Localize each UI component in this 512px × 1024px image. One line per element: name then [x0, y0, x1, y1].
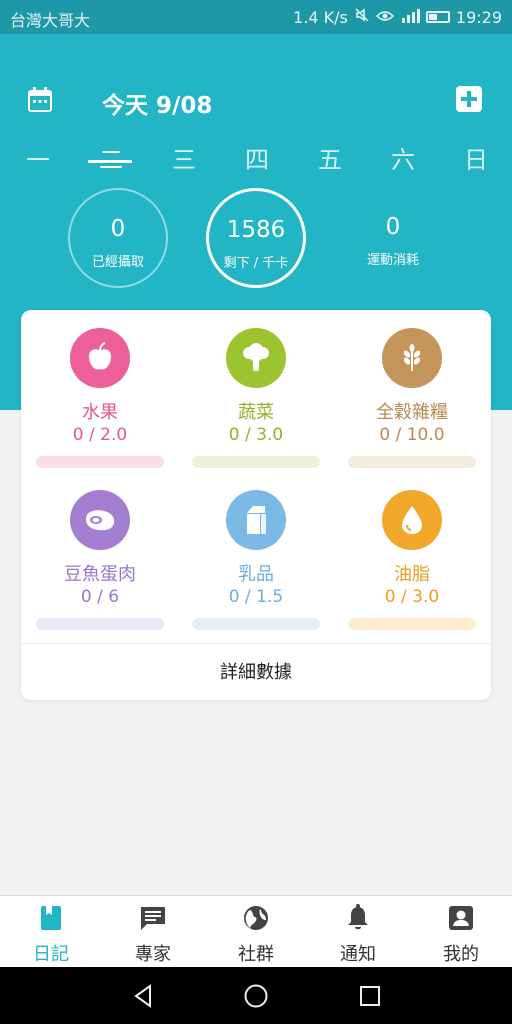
category-progress [348, 618, 476, 630]
remaining-stat: 1586 剩下 / 千卡 [206, 188, 306, 288]
carrier-name: 台灣大哥大 [10, 11, 91, 30]
meat-icon [70, 490, 130, 550]
category-grains[interactable]: 全穀雜糧 0 / 10.0 [334, 310, 490, 470]
category-progress [192, 456, 320, 468]
category-amount: 0 / 3.0 [384, 587, 440, 607]
tab-weekday-sun[interactable]: 日 [451, 140, 501, 180]
intake-label: 已經攝取 [91, 255, 144, 270]
category-name: 乳品 [238, 564, 274, 585]
category-progress [36, 618, 164, 630]
tab-weekday-sat[interactable]: 六 [378, 140, 428, 180]
category-protein[interactable]: 豆魚蛋肉 0 / 6 [22, 472, 178, 632]
category-progress [36, 456, 164, 468]
category-oils[interactable]: 油脂 0 / 3.0 [334, 472, 490, 632]
remaining-value: 1586 [226, 217, 286, 243]
nav-label: 通知 [340, 944, 376, 965]
category-vegetables[interactable]: 蔬菜 0 / 3.0 [178, 310, 334, 470]
mute-icon [354, 7, 370, 27]
tab-weekday-thu[interactable]: 四 [232, 140, 282, 180]
intake-stat: 0 已經攝取 [68, 188, 168, 288]
chat-icon [139, 904, 167, 932]
category-progress [348, 456, 476, 468]
tab-weekday-fri[interactable]: 五 [305, 140, 355, 180]
nav-profile[interactable]: 我的 [410, 896, 512, 968]
clock: 19:29 [455, 7, 502, 27]
add-icon[interactable] [454, 84, 484, 114]
network-speed: 1.4 K/s [293, 7, 348, 27]
apple-icon [70, 328, 130, 388]
category-name: 水果 [82, 402, 118, 423]
calendar-icon[interactable] [24, 84, 56, 116]
category-amount: 0 / 1.5 [228, 587, 284, 607]
category-amount: 0 / 2.0 [72, 425, 128, 445]
intake-value: 0 [110, 216, 126, 242]
category-amount: 0 / 3.0 [228, 425, 284, 445]
tab-indicator [88, 160, 132, 163]
nav-label: 社群 [238, 944, 274, 965]
back-icon[interactable] [128, 981, 158, 1011]
recents-icon[interactable] [355, 981, 385, 1011]
nav-label: 日記 [33, 944, 69, 965]
category-dairy[interactable]: 乳品 0 / 1.5 [178, 472, 334, 632]
oil-drop-icon [382, 490, 442, 550]
globe-icon [242, 904, 270, 932]
exercise-value: 0 [385, 214, 401, 240]
status-bar: 台灣大哥大 1.4 K/s 19:29 [0, 0, 512, 34]
tab-weekday-wed[interactable]: 三 [159, 140, 209, 180]
exercise-label: 運動消耗 [366, 253, 419, 268]
eye-icon [375, 8, 394, 27]
nav-label: 我的 [443, 944, 479, 965]
details-button[interactable]: 詳細數據 [21, 658, 491, 684]
card-divider [21, 643, 491, 644]
nav-community[interactable]: 社群 [205, 896, 307, 968]
battery-icon [425, 11, 450, 23]
wheat-icon [382, 328, 442, 388]
profile-icon [447, 904, 475, 932]
category-name: 豆魚蛋肉 [64, 564, 136, 585]
category-name: 油脂 [394, 564, 430, 585]
bell-icon [344, 904, 372, 932]
bottom-nav: 日記 專家 社群 通知 我的 [0, 895, 512, 967]
food-groups-card: 水果 0 / 2.0 蔬菜 0 / 3.0 全穀雜糧 0 / 10.0 豆魚蛋肉… [21, 310, 491, 700]
diary-icon [37, 904, 65, 932]
category-name: 全穀雜糧 [376, 402, 448, 423]
category-fruit[interactable]: 水果 0 / 2.0 [22, 310, 178, 470]
exercise-stat: 0 運動消耗 [343, 188, 443, 288]
remaining-label: 剩下 / 千卡 [223, 256, 289, 271]
nav-notifications[interactable]: 通知 [307, 896, 409, 968]
nav-experts[interactable]: 專家 [102, 896, 204, 968]
nav-label: 專家 [135, 944, 171, 965]
category-amount: 0 / 6 [80, 587, 120, 607]
category-amount: 0 / 10.0 [379, 425, 445, 445]
broccoli-icon [226, 328, 286, 388]
status-icons: 1.4 K/s 19:29 [293, 7, 502, 27]
milk-carton-icon [226, 490, 286, 550]
home-icon[interactable] [241, 981, 271, 1011]
system-nav-bar [0, 967, 512, 1024]
category-name: 蔬菜 [238, 402, 274, 423]
category-progress [192, 618, 320, 630]
nav-diary[interactable]: 日記 [0, 896, 102, 968]
signal-icon [400, 8, 420, 27]
page-title: 今天 9/08 [102, 93, 213, 119]
tab-weekday-mon[interactable]: 一 [13, 140, 63, 180]
